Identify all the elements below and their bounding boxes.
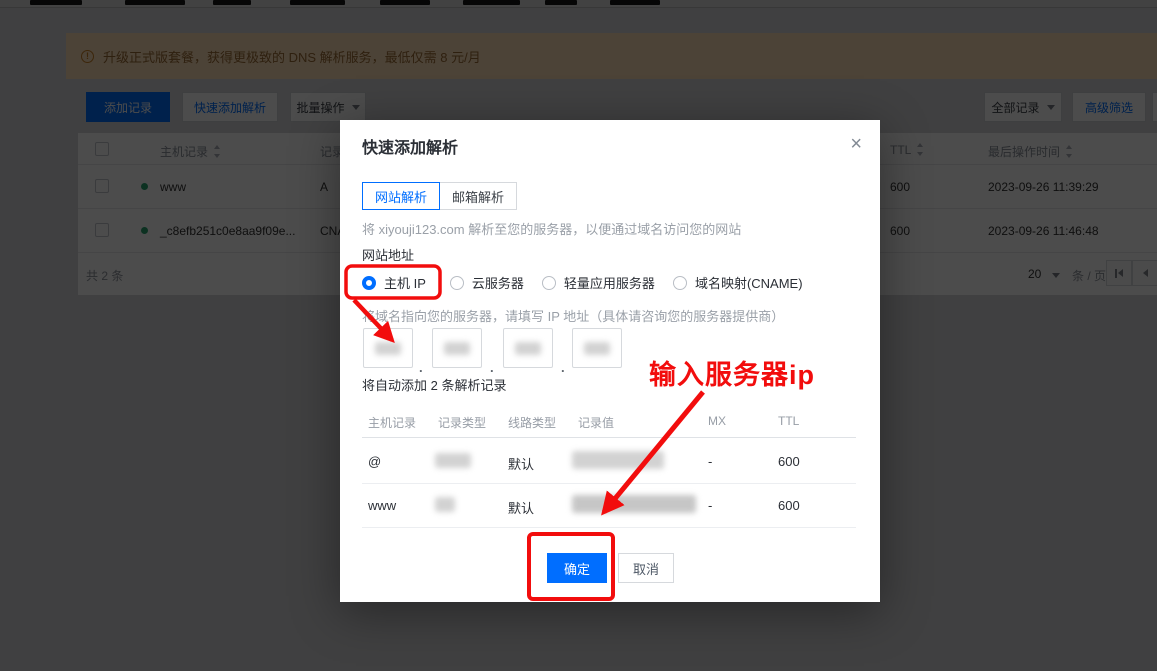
tab-website-resolution[interactable]: 网站解析	[362, 182, 440, 210]
radio-host-ip[interactable]	[362, 275, 376, 290]
tab-mail-resolution[interactable]: 邮箱解析	[439, 182, 517, 210]
dialog-description: 将 xiyouji123.com 解析至您的服务器，以便通过域名访问您的网站	[362, 222, 742, 237]
radio-cvm[interactable]	[449, 275, 464, 290]
address-type-radios: 主机 IP 云服务器 轻量应用服务器 域名映射(CNAME)	[362, 273, 803, 292]
website-address-label: 网站地址	[362, 248, 415, 263]
quick-add-dialog: 快速添加解析 × 网站解析 邮箱解析 将 xiyouji123.com 解析至您…	[340, 120, 880, 602]
redacted-value	[444, 341, 470, 355]
dialog-tabs: 网站解析 邮箱解析	[362, 182, 517, 210]
radio-lighthouse[interactable]	[541, 275, 556, 290]
radio-cname[interactable]	[672, 275, 687, 290]
redacted-value	[572, 495, 696, 513]
ip-dot: .	[490, 360, 494, 375]
redacted-value	[435, 497, 455, 512]
confirm-button[interactable]: 确定	[547, 553, 607, 583]
redacted-value	[435, 453, 471, 468]
auto-add-note: 将自动添加 2 条解析记录	[362, 378, 507, 393]
close-icon[interactable]: ×	[850, 134, 862, 154]
cancel-button[interactable]: 取消	[618, 553, 674, 583]
app-window: ! 升级正式版套餐，获得更极致的 DNS 解析服务，最低仅需 8 元/月 添加记…	[0, 0, 1157, 671]
redacted-value	[572, 451, 664, 469]
redacted-value	[375, 341, 401, 355]
ip-octet-input[interactable]	[432, 328, 482, 368]
dialog-title: 快速添加解析	[362, 140, 459, 157]
redacted-value	[515, 341, 541, 355]
ip-octet-input[interactable]	[363, 328, 413, 368]
ip-dot: .	[561, 360, 565, 375]
ip-hint-text: 将域名指向您的服务器，请填写 IP 地址（具体请咨询您的服务器提供商）	[362, 309, 785, 324]
redacted-value	[584, 341, 610, 355]
ip-octet-input[interactable]	[572, 328, 622, 368]
ip-octet-input[interactable]	[503, 328, 553, 368]
ip-dot: .	[419, 360, 423, 375]
